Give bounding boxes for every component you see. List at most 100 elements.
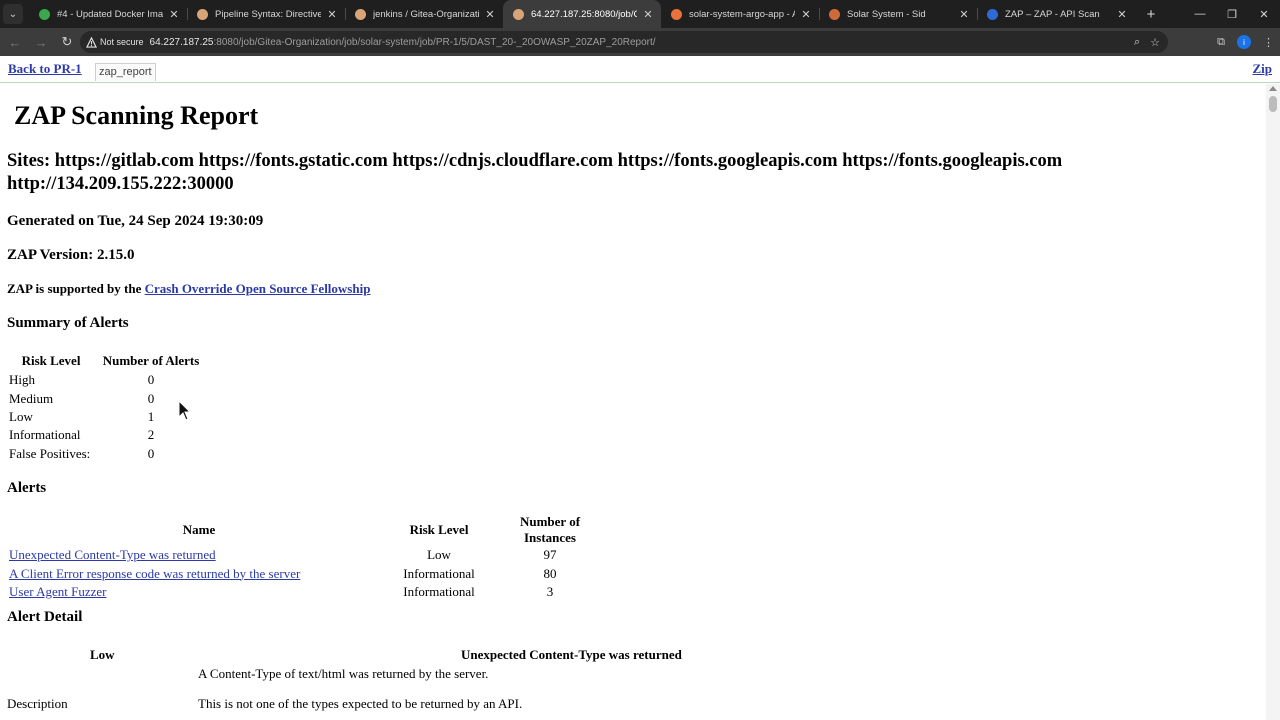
- scroll-up-arrow-icon[interactable]: [1269, 86, 1277, 91]
- alerts-header-instances: Number of Instances: [519, 514, 581, 545]
- window-controls: — ❐ ✕: [1184, 0, 1280, 28]
- vertical-scrollbar[interactable]: [1266, 84, 1280, 720]
- url-path: :8080/job/Gitea-Organization/job/solar-s…: [213, 36, 656, 48]
- argo-favicon-icon: [671, 8, 682, 20]
- close-icon[interactable]: ✕: [1115, 7, 1129, 21]
- close-icon[interactable]: ✕: [957, 7, 971, 21]
- security-chip[interactable]: Not secure: [86, 36, 150, 48]
- url-text[interactable]: 64.227.187.25:8080/job/Gitea-Organizatio…: [150, 37, 656, 48]
- tab-title: #4 - Updated Docker Image - s: [57, 8, 163, 20]
- profile-avatar[interactable]: i: [1237, 35, 1251, 49]
- support-prefix: ZAP is supported by the: [7, 281, 145, 296]
- table-row: False Positives: 0: [7, 445, 207, 463]
- reload-icon[interactable]: ↻: [56, 31, 78, 53]
- zoom-icon[interactable]: ⌕: [1134, 36, 1140, 49]
- close-icon[interactable]: ✕: [641, 7, 655, 21]
- detail-text: A Content-Type of text/html was returned…: [198, 666, 489, 681]
- detail-description: This is not one of the types expected to…: [198, 696, 523, 711]
- alert-count: 0: [147, 372, 155, 388]
- jenkins-favicon-icon: [197, 8, 208, 20]
- table-row: High 0: [7, 371, 207, 389]
- url-host: 64.227.187.25: [149, 36, 214, 48]
- alert-detail-heading: Alert Detail: [7, 609, 83, 625]
- alerts-header-risk: Risk Level: [409, 522, 469, 537]
- table-row: Unexpected Content-Type was returned Low…: [7, 546, 613, 564]
- rocket-favicon-icon: [829, 8, 840, 20]
- restore-icon[interactable]: ❐: [1216, 0, 1248, 28]
- new-tab-plus-icon[interactable]: +: [1141, 4, 1161, 24]
- alert-count: 2: [147, 427, 155, 443]
- warning-icon: [86, 36, 97, 48]
- fellowship-link[interactable]: Crash Override Open Source Fellowship: [145, 281, 371, 296]
- browser-tab[interactable]: #4 - Updated Docker Image - s ✕: [29, 0, 187, 28]
- support-line: ZAP is supported by the Crash Override O…: [7, 281, 370, 297]
- browser-tab[interactable]: solar-system-argo-app - Applic ✕: [661, 0, 819, 28]
- close-icon[interactable]: ✕: [483, 7, 497, 21]
- summary-table: Risk Level Number of Alerts High 0 Medium…: [7, 350, 207, 463]
- table-row: Medium 0: [7, 389, 207, 407]
- report-title: ZAP Scanning Report: [14, 101, 259, 130]
- bookmark-star-icon[interactable]: ☆: [1150, 36, 1160, 49]
- zap-version: ZAP Version: 2.15.0: [7, 247, 135, 263]
- address-bar[interactable]: Not secure 64.227.187.25:8080/job/Gitea-…: [80, 31, 1168, 53]
- summary-header-count: Number of Alerts: [102, 352, 200, 368]
- detail-alert-name: Unexpected Content-Type was returned: [461, 647, 682, 662]
- risk-level: High: [9, 372, 35, 388]
- close-icon[interactable]: ✕: [325, 7, 339, 21]
- minimize-icon[interactable]: —: [1184, 0, 1216, 28]
- summary-header-risk: Risk Level: [21, 352, 81, 368]
- forward-arrow-icon[interactable]: →: [30, 31, 52, 53]
- omnibox-actions: ⌕ ☆: [1134, 31, 1160, 53]
- menu-kebab-icon[interactable]: ⋮: [1263, 36, 1274, 49]
- browser-tab[interactable]: ZAP – ZAP - API Scan ✕: [977, 0, 1135, 28]
- alert-link[interactable]: User Agent Fuzzer: [9, 584, 106, 599]
- alerts-heading: Alerts: [7, 480, 47, 496]
- alert-instances: 3: [546, 583, 554, 599]
- page-content: Back to PR-1 zap_report Zip ZAP Scanning…: [0, 56, 1280, 720]
- alert-risk: Informational: [403, 565, 475, 581]
- tab-title: ZAP – ZAP - API Scan: [1005, 8, 1100, 20]
- detail-risk: Low: [90, 647, 115, 662]
- table-row: Low 1: [7, 408, 207, 426]
- summary-heading: Summary of Alerts: [7, 315, 129, 331]
- alert-instances: 80: [543, 565, 557, 581]
- detail-label-description: Description: [7, 696, 68, 711]
- tab-search-button[interactable]: ⌄: [3, 4, 23, 24]
- alerts-header-name: Name: [182, 522, 216, 537]
- extensions-puzzle-icon[interactable]: ⧉: [1217, 36, 1225, 49]
- tab-title: jenkins / Gitea-Organization/s: [373, 8, 479, 20]
- close-icon[interactable]: ✕: [799, 7, 813, 21]
- report-tab[interactable]: zap_report: [95, 63, 156, 81]
- back-arrow-icon[interactable]: ←: [4, 31, 26, 53]
- browser-tab-active[interactable]: 64.227.187.25:8080/job/Gitea-C ✕: [503, 0, 661, 28]
- zap-favicon-icon: [987, 8, 998, 20]
- report-sites: Sites: https://gitlab.com https://fonts.…: [7, 151, 1063, 194]
- risk-level: Low: [9, 408, 33, 424]
- toolbar-actions: ⧉ i ⋮: [1217, 28, 1274, 56]
- back-to-pr-link[interactable]: Back to PR-1: [8, 61, 82, 77]
- tab-title: solar-system-argo-app - Applic: [689, 8, 795, 20]
- alerts-table: Name Risk Level Number of Instances Unex…: [7, 514, 613, 601]
- jenkins-favicon-icon: [513, 8, 524, 20]
- risk-level: False Positives:: [9, 445, 91, 461]
- risk-level: Informational: [9, 427, 81, 443]
- alert-risk: Low: [427, 547, 451, 563]
- browser-tab[interactable]: Solar System - Sid ✕: [819, 0, 977, 28]
- tab-title: 64.227.187.25:8080/job/Gitea-C: [531, 8, 637, 20]
- browser-tab[interactable]: jenkins / Gitea-Organization/s ✕: [345, 0, 503, 28]
- browser-tab[interactable]: Pipeline Syntax: Directive Gene ✕: [187, 0, 345, 28]
- scroll-thumb[interactable]: [1269, 96, 1277, 112]
- close-icon[interactable]: ✕: [167, 7, 181, 21]
- generated-on: Generated on Tue, 24 Sep 2024 19:30:09: [7, 213, 264, 229]
- tab-title: Solar System - Sid: [847, 8, 926, 20]
- tab-list: #4 - Updated Docker Image - s ✕ Pipeline…: [29, 0, 1161, 28]
- close-window-icon[interactable]: ✕: [1248, 0, 1280, 28]
- table-row: User Agent Fuzzer Informational 3: [7, 583, 613, 601]
- browser-tab-strip: ⌄ #4 - Updated Docker Image - s ✕ Pipeli…: [0, 0, 1280, 28]
- alert-link[interactable]: Unexpected Content-Type was returned: [9, 547, 216, 562]
- alert-link[interactable]: A Client Error response code was returne…: [9, 566, 300, 581]
- alert-count: 0: [147, 445, 155, 461]
- alert-risk: Informational: [403, 583, 475, 599]
- zip-download-link[interactable]: Zip: [1252, 61, 1272, 77]
- mouse-cursor-icon: [178, 400, 192, 421]
